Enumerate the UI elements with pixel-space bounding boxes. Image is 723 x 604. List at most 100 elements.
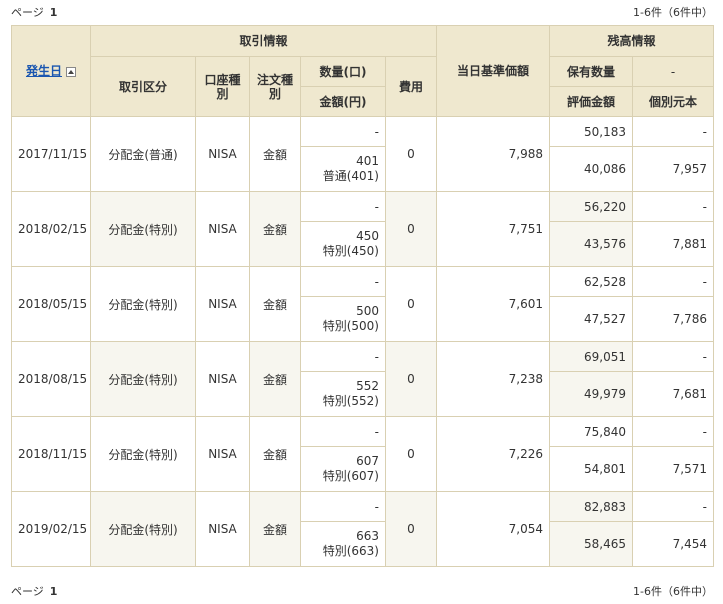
- account-type-header: 口座種別: [195, 56, 250, 117]
- date-cell: 2017/11/15: [11, 116, 91, 192]
- amount-cell: 500 特別(500): [300, 296, 386, 342]
- amount-detail: 普通(401): [322, 169, 379, 183]
- amount-value: 607: [356, 454, 379, 468]
- account-type-cell: NISA: [195, 491, 250, 567]
- table-row: 2018/05/15 分配金(特別) NISA 金額 -0 7,601 62,528-: [11, 266, 715, 342]
- holding-qty-sub-cell: -: [631, 341, 715, 372]
- date-column-header[interactable]: 発生日: [11, 25, 91, 117]
- trade-type-header: 取引区分: [90, 56, 196, 117]
- page-number[interactable]: 1: [50, 585, 58, 598]
- amount-detail: 特別(500): [322, 319, 379, 333]
- transaction-table: 発生日 取引情報 当日基準価額 残高情報 取引区分 口座種別 注文種別 数量(口…: [11, 25, 715, 567]
- page-label: ページ: [11, 585, 44, 598]
- trade-type-cell: 分配金(特別): [90, 191, 196, 267]
- trade-type-cell: 分配金(特別): [90, 416, 196, 492]
- trade-type-cell: 分配金(特別): [90, 266, 196, 342]
- holding-qty-cell: 62,528: [549, 266, 633, 297]
- result-count: 1-6件（6件中）: [633, 6, 713, 19]
- quantity-header: 数量(口): [300, 56, 386, 87]
- cost-cell: 7,881: [631, 221, 715, 267]
- quantity-cell: -: [300, 341, 386, 372]
- sort-by-date-link[interactable]: 発生日: [26, 64, 62, 78]
- valuation-cell: 40,086: [549, 146, 633, 192]
- holding-qty-cell: 82,883: [549, 491, 633, 522]
- amount-detail: 特別(663): [322, 544, 379, 558]
- nav-cell: 7,238: [436, 341, 550, 417]
- fee-cell: 0: [385, 491, 437, 567]
- quantity-cell: -: [300, 116, 386, 147]
- quantity-cell: -: [300, 491, 386, 522]
- table-row: 2018/02/15 分配金(特別) NISA 金額 -0 7,751 56,220-: [11, 191, 715, 267]
- amount-value: 500: [356, 304, 379, 318]
- holding-qty-sub-cell: -: [631, 191, 715, 222]
- date-cell: 2019/02/15: [11, 491, 91, 567]
- cost-cell: 7,957: [631, 146, 715, 192]
- amount-cell: 607 特別(607): [300, 446, 386, 492]
- valuation-cell: 43,576: [549, 221, 633, 267]
- order-type-header: 注文種別: [249, 56, 301, 117]
- date-cell: 2018/05/15: [11, 266, 91, 342]
- sort-ascending-icon[interactable]: [66, 66, 76, 77]
- table-row: 2017/11/15 分配金(普通) NISA 金額 -0 7,988 50,183-: [11, 116, 715, 192]
- table-row: 2018/08/15 分配金(特別) NISA 金額 -0 7,238 69,051-: [11, 341, 715, 417]
- amount-value: 663: [356, 529, 379, 543]
- trade-type-cell: 分配金(普通): [90, 116, 196, 192]
- page-number[interactable]: 1: [50, 6, 58, 19]
- account-type-cell: NISA: [195, 116, 250, 192]
- trade-type-cell: 分配金(特別): [90, 491, 196, 567]
- holding-qty-sub-cell: -: [631, 266, 715, 297]
- fee-header: 費用: [385, 56, 437, 117]
- order-type-cell: 金額: [249, 416, 301, 492]
- nav-cell: 7,988: [436, 116, 550, 192]
- holding-qty-cell: 56,220: [549, 191, 633, 222]
- fee-cell: 0: [385, 341, 437, 417]
- date-cell: 2018/08/15: [11, 341, 91, 417]
- date-cell: 2018/11/15: [11, 416, 91, 492]
- account-type-cell: NISA: [195, 266, 250, 342]
- table-row: 2019/02/15 分配金(特別) NISA 金額 -0 7,054 82,883-: [11, 491, 715, 567]
- bottom-pager: ページ 1 1-6件（6件中）: [0, 579, 723, 604]
- holding-qty-sub-cell: -: [631, 491, 715, 522]
- fee-cell: 0: [385, 416, 437, 492]
- quantity-cell: -: [300, 191, 386, 222]
- quantity-cell: -: [300, 416, 386, 447]
- holding-qty-sub-cell: -: [631, 416, 715, 447]
- amount-cell: 401 普通(401): [300, 146, 386, 192]
- cost-header: 個別元本: [631, 86, 715, 117]
- nav-cell: 7,054: [436, 491, 550, 567]
- account-type-cell: NISA: [195, 416, 250, 492]
- holding-qty-header: 保有数量: [549, 56, 633, 87]
- page-indicator: ページ 1: [11, 579, 57, 604]
- nav-cell: 7,751: [436, 191, 550, 267]
- trade-info-group-header: 取引情報: [90, 25, 437, 57]
- amount-header: 金額(円): [300, 86, 386, 117]
- page-label: ページ: [11, 6, 44, 19]
- result-count: 1-6件（6件中）: [633, 585, 713, 598]
- nav-cell: 7,601: [436, 266, 550, 342]
- account-type-cell: NISA: [195, 191, 250, 267]
- nav-cell: 7,226: [436, 416, 550, 492]
- cost-cell: 7,681: [631, 371, 715, 417]
- valuation-cell: 49,979: [549, 371, 633, 417]
- holding-qty-cell: 69,051: [549, 341, 633, 372]
- holding-qty-sub-cell: -: [631, 116, 715, 147]
- order-type-cell: 金額: [249, 266, 301, 342]
- trade-type-cell: 分配金(特別): [90, 341, 196, 417]
- page-indicator: ページ 1: [11, 0, 57, 25]
- amount-value: 401: [356, 154, 379, 168]
- amount-detail: 特別(450): [322, 244, 379, 258]
- quantity-cell: -: [300, 266, 386, 297]
- table-row: 2018/11/15 分配金(特別) NISA 金額 -0 7,226 75,840-: [11, 416, 715, 492]
- account-type-cell: NISA: [195, 341, 250, 417]
- valuation-header: 評価金額: [549, 86, 633, 117]
- cost-cell: 7,571: [631, 446, 715, 492]
- order-type-cell: 金額: [249, 191, 301, 267]
- holding-qty-cell: 75,840: [549, 416, 633, 447]
- top-pager: ページ 1 1-6件（6件中）: [0, 0, 723, 25]
- fee-cell: 0: [385, 191, 437, 267]
- holding-qty-sub-header: -: [631, 56, 715, 87]
- nav-column-header: 当日基準価額: [436, 25, 550, 117]
- order-type-cell: 金額: [249, 341, 301, 417]
- valuation-cell: 47,527: [549, 296, 633, 342]
- valuation-cell: 54,801: [549, 446, 633, 492]
